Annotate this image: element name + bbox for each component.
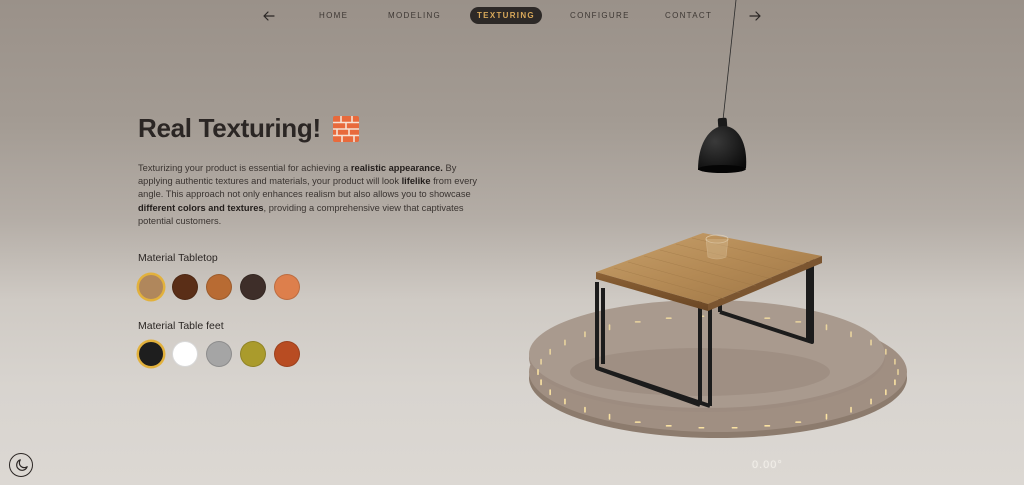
platform-light-tick <box>549 389 551 396</box>
platform-light-tick <box>537 369 539 375</box>
platform-light-tick <box>885 348 887 355</box>
platform-light-tick <box>549 348 551 355</box>
feet-swatch-5[interactable] <box>274 341 300 367</box>
platform-light-tick <box>764 425 771 427</box>
platform-light-tick <box>731 315 738 318</box>
tabletop-swatch-3[interactable] <box>206 274 232 300</box>
platform-light-tick <box>795 321 802 323</box>
tabletop-swatch-2[interactable] <box>172 274 198 300</box>
platform-light-tick <box>698 426 705 429</box>
nav-modeling[interactable]: MODELING <box>388 8 441 24</box>
platform-light-tick <box>731 426 738 429</box>
platform-light-tick <box>584 406 586 413</box>
platform-light-tick <box>897 369 899 375</box>
feet-swatch-4[interactable] <box>240 341 266 367</box>
platform-light-tick <box>608 324 611 331</box>
theme-toggle-button[interactable] <box>9 453 33 477</box>
feet-swatch-1[interactable] <box>138 341 164 367</box>
platform-light-tick <box>885 389 887 396</box>
nav-configure[interactable]: CONFIGURE <box>570 8 630 24</box>
platform-light-tick <box>870 398 872 405</box>
platform-light-tick <box>850 406 852 413</box>
platform-light-tick <box>894 379 896 386</box>
tabletop-swatch-4[interactable] <box>240 274 266 300</box>
tabletop-swatch-1[interactable] <box>138 274 164 300</box>
platform-light-tick <box>634 421 641 423</box>
nav-contact[interactable]: CONTACT <box>665 8 712 24</box>
arrow-right-icon[interactable] <box>746 7 764 25</box>
platform-light-tick <box>825 324 828 331</box>
platform-light-tick <box>564 398 566 405</box>
tabletop-swatch-group <box>138 274 300 300</box>
platform-light-tick <box>850 331 852 338</box>
tabletop-material-label: Material Tabletop <box>138 252 218 264</box>
platform-light-tick <box>608 413 611 420</box>
feet-material-label: Material Table feet <box>138 320 224 332</box>
platform-light-tick <box>540 379 542 386</box>
tabletop-swatch-5[interactable] <box>274 274 300 300</box>
product-viewer[interactable] <box>0 0 1024 485</box>
platform-light-tick <box>894 358 896 365</box>
platform-light-tick <box>540 358 542 365</box>
platform-light-tick <box>795 421 802 423</box>
platform-light-tick <box>698 315 705 318</box>
feet-swatch-group <box>138 341 300 367</box>
nav-home[interactable]: HOME <box>319 8 348 24</box>
feet-swatch-2[interactable] <box>172 341 198 367</box>
platform-light-tick <box>870 339 872 346</box>
top-nav: HOME MODELING TEXTURING CONFIGURE CONTAC… <box>258 7 768 25</box>
nav-texturing[interactable]: TEXTURING <box>470 7 542 24</box>
pendant-lamp <box>698 0 747 173</box>
page-title: Real Texturing! <box>138 113 321 143</box>
arrow-left-icon[interactable] <box>260 7 278 25</box>
platform-light-tick <box>665 317 672 319</box>
brick-icon <box>332 115 359 142</box>
intro-paragraph: Texturizing your product is essential fo… <box>138 163 478 226</box>
platform-light-tick <box>584 331 586 338</box>
rotating-platform[interactable] <box>529 300 907 438</box>
feet-swatch-3[interactable] <box>206 341 232 367</box>
table-model[interactable] <box>570 233 830 408</box>
glass-object <box>705 234 729 260</box>
platform-light-tick <box>764 317 771 319</box>
rotation-readout: 0.00° <box>752 459 783 471</box>
moon-icon <box>15 458 28 471</box>
platform-light-tick <box>564 339 566 346</box>
platform-light-tick <box>634 321 641 323</box>
platform-light-tick <box>825 413 828 420</box>
platform-light-tick <box>665 425 672 427</box>
